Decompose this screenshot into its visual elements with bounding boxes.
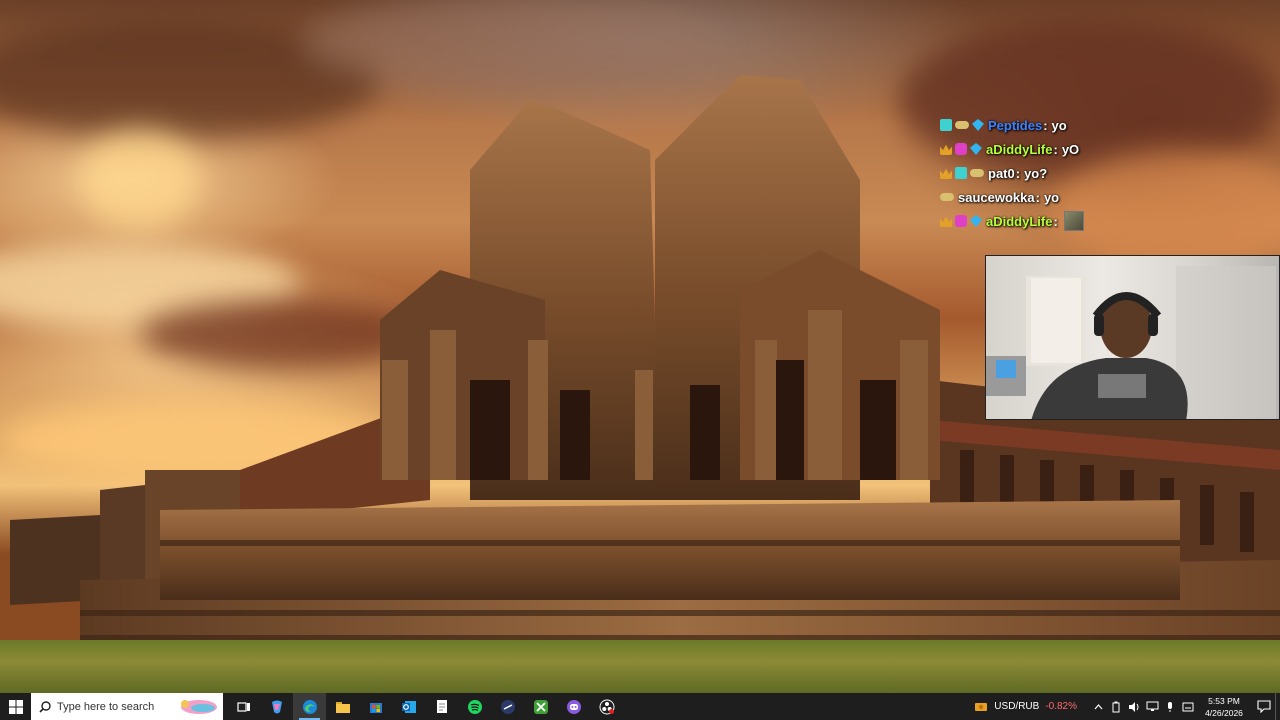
outlook-button[interactable] — [392, 693, 425, 720]
obs-button[interactable] — [590, 693, 623, 720]
crown-badge-icon — [940, 168, 952, 179]
show-desktop-button[interactable] — [1275, 693, 1280, 720]
media-app-button[interactable] — [491, 693, 524, 720]
chat-message: aDiddyLife : — [940, 209, 1140, 233]
battery-button[interactable] — [1108, 693, 1124, 720]
currency-icon — [975, 702, 988, 711]
chat-message: saucewokka : yo — [940, 185, 1140, 209]
crown-badge-icon — [940, 144, 952, 155]
notepad-icon — [436, 700, 447, 713]
store-icon — [369, 702, 382, 713]
microphone-button[interactable] — [1162, 693, 1178, 720]
chat-separator: : — [1043, 117, 1048, 133]
taskbar-search-box[interactable]: Type here to search — [31, 693, 223, 720]
pinned-apps — [227, 693, 623, 720]
notification-center-button[interactable] — [1253, 693, 1275, 720]
stream-chat-overlay: Peptides : yo aDiddyLife : yO pat0 : yo?… — [940, 113, 1140, 233]
network-button[interactable] — [1144, 693, 1160, 720]
grass — [0, 640, 1280, 693]
search-highlight-icon — [181, 700, 217, 714]
chat-separator: : — [1035, 189, 1040, 205]
chat-text: yo — [1043, 189, 1060, 205]
spotify-icon — [467, 699, 482, 714]
notepad-button[interactable] — [425, 693, 458, 720]
chat-separator: : — [1053, 213, 1058, 229]
subscriber-badge-icon — [940, 119, 952, 131]
gem-badge-icon — [970, 215, 982, 227]
chat-username: Peptides — [988, 117, 1043, 133]
crown-badge-icon — [940, 216, 952, 227]
chevron-up-icon — [1094, 703, 1102, 709]
task-view-button[interactable] — [227, 693, 260, 720]
file-explorer-button[interactable] — [326, 693, 359, 720]
ticker-pair: USD/RUB — [994, 701, 1040, 712]
copilot-button[interactable] — [260, 693, 293, 720]
clock-date: 4/26/2026 — [1205, 707, 1243, 718]
chat-text: yO — [1061, 141, 1080, 157]
edge-button[interactable] — [293, 693, 326, 720]
webcam-feed — [985, 255, 1280, 420]
windows-logo-icon — [8, 699, 23, 714]
monitor-network-icon — [1146, 701, 1158, 711]
bits-badge-icon — [940, 193, 954, 201]
search-placeholder: Type here to search — [57, 700, 155, 713]
battery-icon — [1112, 701, 1120, 712]
store-button[interactable] — [359, 693, 392, 720]
clock-button[interactable]: 5:53 PM 4/26/2026 — [1201, 695, 1247, 719]
discord-button[interactable] — [557, 693, 590, 720]
stock-ticker-widget[interactable]: USD/RUB -0.82% — [974, 701, 1077, 713]
pink-badge-icon — [955, 215, 967, 227]
obs-icon — [599, 699, 614, 714]
streamer-figure — [986, 266, 1276, 419]
taskbar: Type here to search USD/RUB -0.82% 5:53 … — [0, 693, 1280, 720]
microphone-icon — [1168, 701, 1172, 712]
notification-icon — [1257, 700, 1271, 713]
chat-message: pat0 : yo? — [940, 161, 1140, 185]
chat-separator: : — [1015, 165, 1021, 181]
outlook-icon — [401, 700, 416, 713]
gem-badge-icon — [970, 143, 982, 155]
gem-badge-icon — [972, 119, 984, 131]
task-view-icon — [236, 701, 250, 712]
bits-badge-icon — [955, 121, 969, 129]
ticker-change: -0.82% — [1045, 701, 1077, 712]
chat-text: yo? — [1024, 165, 1048, 181]
chat-text: yo — [1051, 117, 1067, 133]
search-icon — [39, 700, 51, 713]
language-button[interactable] — [1180, 693, 1196, 720]
pink-badge-icon — [955, 143, 967, 155]
xbox-button[interactable] — [524, 693, 557, 720]
chat-username: saucewokka — [958, 189, 1035, 205]
chat-username: aDiddyLife — [986, 141, 1053, 157]
volume-button[interactable] — [1126, 693, 1142, 720]
media-app-icon — [500, 699, 515, 714]
chat-message: aDiddyLife : yO — [940, 137, 1140, 161]
bits-badge-icon — [970, 169, 984, 177]
show-hidden-icons-button[interactable] — [1090, 693, 1106, 720]
chat-username: aDiddyLife — [986, 213, 1053, 229]
emote-image — [1063, 211, 1084, 231]
file-explorer-icon — [335, 701, 350, 713]
chat-message: Peptides : yo — [940, 113, 1140, 137]
xbox-icon — [533, 699, 548, 714]
speaker-icon — [1128, 701, 1138, 712]
spotify-button[interactable] — [458, 693, 491, 720]
chat-username: pat0 — [988, 165, 1015, 181]
chat-separator: : — [1053, 141, 1058, 157]
subscriber-badge-icon — [955, 167, 967, 179]
edge-icon — [302, 699, 317, 714]
system-tray: USD/RUB -0.82% 5:53 PM 4/26/2026 — [974, 693, 1280, 720]
copilot-icon — [271, 700, 282, 713]
keyboard-icon — [1182, 702, 1194, 711]
clock-time: 5:53 PM — [1208, 695, 1240, 706]
discord-icon — [566, 699, 581, 714]
start-button[interactable] — [0, 693, 31, 720]
